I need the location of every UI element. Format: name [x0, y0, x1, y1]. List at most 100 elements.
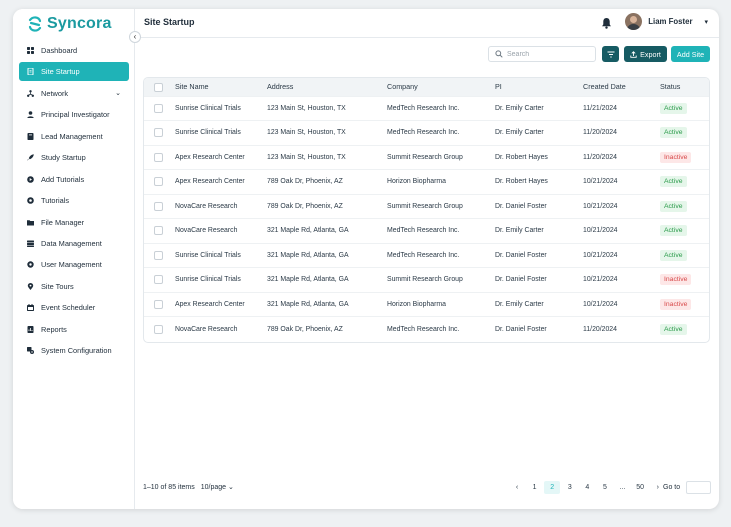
sidebar-item-principal-investigator[interactable]: Principal Investigator	[19, 105, 129, 124]
row-checkbox[interactable]	[154, 152, 163, 162]
table-row[interactable]: Sunrise Clinical Trials 321 Maple Rd, Atl…	[144, 267, 709, 292]
page-size-select[interactable]: 10/page ⌄	[201, 483, 234, 491]
sidebar-item-dashboard[interactable]: Dashboard	[19, 41, 129, 60]
created-date-cell: 11/20/2024	[583, 144, 660, 170]
row-checkbox[interactable]	[154, 250, 163, 260]
sidebar-item-user-management[interactable]: User Management	[19, 255, 129, 274]
status-cell: Active	[660, 169, 709, 194]
status-badge: Inactive	[660, 151, 692, 163]
table-row[interactable]: Sunrise Clinical Trials 321 Maple Rd, Atl…	[144, 242, 709, 268]
sidebar-item-site-startup[interactable]: Site Startup	[19, 62, 129, 82]
sidebar-item-site-tours[interactable]: Site Tours	[19, 277, 129, 296]
table-row[interactable]: Apex Research Center 789 Oak Dr, Phoenix,…	[144, 169, 709, 194]
page-button[interactable]: 2	[544, 481, 561, 494]
filter-button[interactable]	[602, 46, 619, 62]
book-icon	[27, 132, 34, 140]
column-header-address[interactable]: Address	[267, 78, 387, 96]
chevron-down-icon: ⌄	[228, 484, 234, 491]
row-checkbox[interactable]	[154, 177, 163, 187]
system-config-icon	[27, 347, 34, 355]
address-cell: 789 Oak Dr, Phoenix, AZ	[267, 169, 387, 194]
row-checkbox[interactable]	[154, 103, 163, 113]
pi-cell: Dr. Robert Hayes	[495, 169, 583, 194]
prev-page-button[interactable]: ‹	[509, 481, 525, 494]
row-checkbox[interactable]	[154, 324, 163, 334]
sidebar-item-event-scheduler[interactable]: Event Scheduler	[19, 298, 129, 317]
sidebar-item-file-manager[interactable]: File Manager	[19, 213, 129, 232]
company-cell: Summit Research Group	[387, 267, 495, 292]
column-header-pi[interactable]: PI	[495, 78, 583, 96]
gear-play-icon	[27, 197, 34, 204]
network-icon	[27, 89, 34, 97]
page-button[interactable]: 5	[597, 481, 613, 494]
table-row[interactable]: NovaCare Research 789 Oak Dr, Phoenix, AZ…	[144, 193, 709, 219]
database-icon	[27, 240, 34, 247]
row-checkbox[interactable]	[154, 226, 163, 236]
address-cell: 321 Maple Rd, Atlanta, GA	[267, 267, 387, 292]
goto-page-input[interactable]	[686, 481, 712, 494]
goto-label: Go to	[663, 484, 681, 491]
site-name-cell: NovaCare Research	[175, 218, 267, 243]
status-badge: Inactive	[660, 298, 692, 310]
sidebar-item-label: Study Startup	[41, 153, 86, 163]
sidebar-item-lead-management[interactable]: Lead Management	[19, 127, 129, 146]
sidebar-item-label: Dashboard	[41, 46, 78, 55]
collapse-sidebar-button[interactable]: ‹	[129, 31, 141, 43]
table-row[interactable]: NovaCare Research 321 Maple Rd, Atlanta, …	[144, 218, 709, 243]
page-button[interactable]: 3	[562, 481, 578, 494]
search-icon	[495, 50, 503, 58]
sidebar-item-system-configuration[interactable]: System Configuration	[19, 341, 129, 360]
sidebar-item-data-management[interactable]: Data Management	[19, 234, 129, 253]
address-cell: 321 Maple Rd, Atlanta, GA	[267, 218, 387, 243]
address-cell: 789 Oak Dr, Phoenix, AZ	[267, 316, 387, 341]
sidebar-item-tutorials[interactable]: Tutorials	[19, 191, 129, 210]
table-row[interactable]: Sunrise Clinical Trials 123 Main St, Hous…	[144, 95, 709, 121]
sidebar-item-add-tutorials[interactable]: Add Tutorials	[19, 170, 129, 189]
chevron-down-icon: ▾	[704, 18, 708, 26]
page-button[interactable]: 4	[579, 481, 595, 494]
pagination-ellipsis: ...	[619, 484, 626, 491]
column-header-company[interactable]: Company	[387, 78, 495, 96]
sites-table: Site Name Address Company PI Created Dat…	[143, 77, 710, 343]
pagination: ‹ 1 2 3 4 5... 50 ›	[509, 481, 667, 494]
sidebar-item-study-startup[interactable]: Study Startup	[19, 148, 129, 167]
select-all-checkbox[interactable]	[154, 82, 163, 92]
row-checkbox[interactable]	[154, 201, 163, 211]
page-button[interactable]: 50	[632, 481, 648, 494]
sidebar-item-reports[interactable]: Reports	[19, 320, 129, 339]
bell-icon[interactable]	[601, 17, 612, 29]
company-cell: Summit Research Group	[387, 193, 495, 219]
row-checkbox[interactable]	[154, 275, 163, 285]
export-button[interactable]: Export	[624, 46, 667, 62]
goto-page: Go to	[663, 481, 712, 494]
search-input[interactable]	[507, 50, 592, 58]
site-name-cell: Apex Research Center	[175, 169, 267, 194]
table-row[interactable]: NovaCare Research 789 Oak Dr, Phoenix, AZ…	[144, 316, 709, 341]
page-button[interactable]: 1	[527, 481, 543, 494]
user-menu[interactable]: Liam Foster ▾	[625, 13, 708, 30]
address-cell: 123 Main St, Houston, TX	[267, 120, 387, 145]
filter-icon	[607, 51, 614, 57]
status-badge: Active	[660, 323, 687, 335]
sidebar-nav: Dashboard Site Startup Network ⌄ Principal I…	[19, 41, 129, 363]
created-date-cell: 10/21/2024	[583, 291, 660, 317]
company-cell: MedTech Research Inc.	[387, 316, 495, 341]
address-cell: 789 Oak Dr, Phoenix, AZ	[267, 193, 387, 219]
column-header-status[interactable]: Status	[660, 78, 709, 96]
person-icon	[27, 111, 34, 119]
table-row[interactable]: Apex Research Center 123 Main St, Houston…	[144, 144, 709, 170]
settings-icon	[27, 261, 34, 269]
add-site-button[interactable]: Add Site	[671, 46, 710, 62]
sidebar-item-network[interactable]: Network ⌄	[19, 84, 129, 103]
items-range: 1–10 of 85 items	[143, 483, 195, 491]
table-row[interactable]: Apex Research Center 321 Maple Rd, Atlant…	[144, 291, 709, 317]
pin-icon	[27, 282, 34, 290]
column-header-site-name[interactable]: Site Name	[175, 78, 267, 96]
row-checkbox[interactable]	[154, 128, 163, 138]
calendar-icon	[27, 304, 34, 312]
row-checkbox[interactable]	[154, 299, 163, 309]
table-row[interactable]: Sunrise Clinical Trials 123 Main St, Hous…	[144, 120, 709, 145]
column-header-created-date[interactable]: Created Date	[583, 78, 660, 96]
sidebar-item-label: Data Management	[41, 238, 102, 248]
status-cell: Active	[660, 242, 709, 268]
